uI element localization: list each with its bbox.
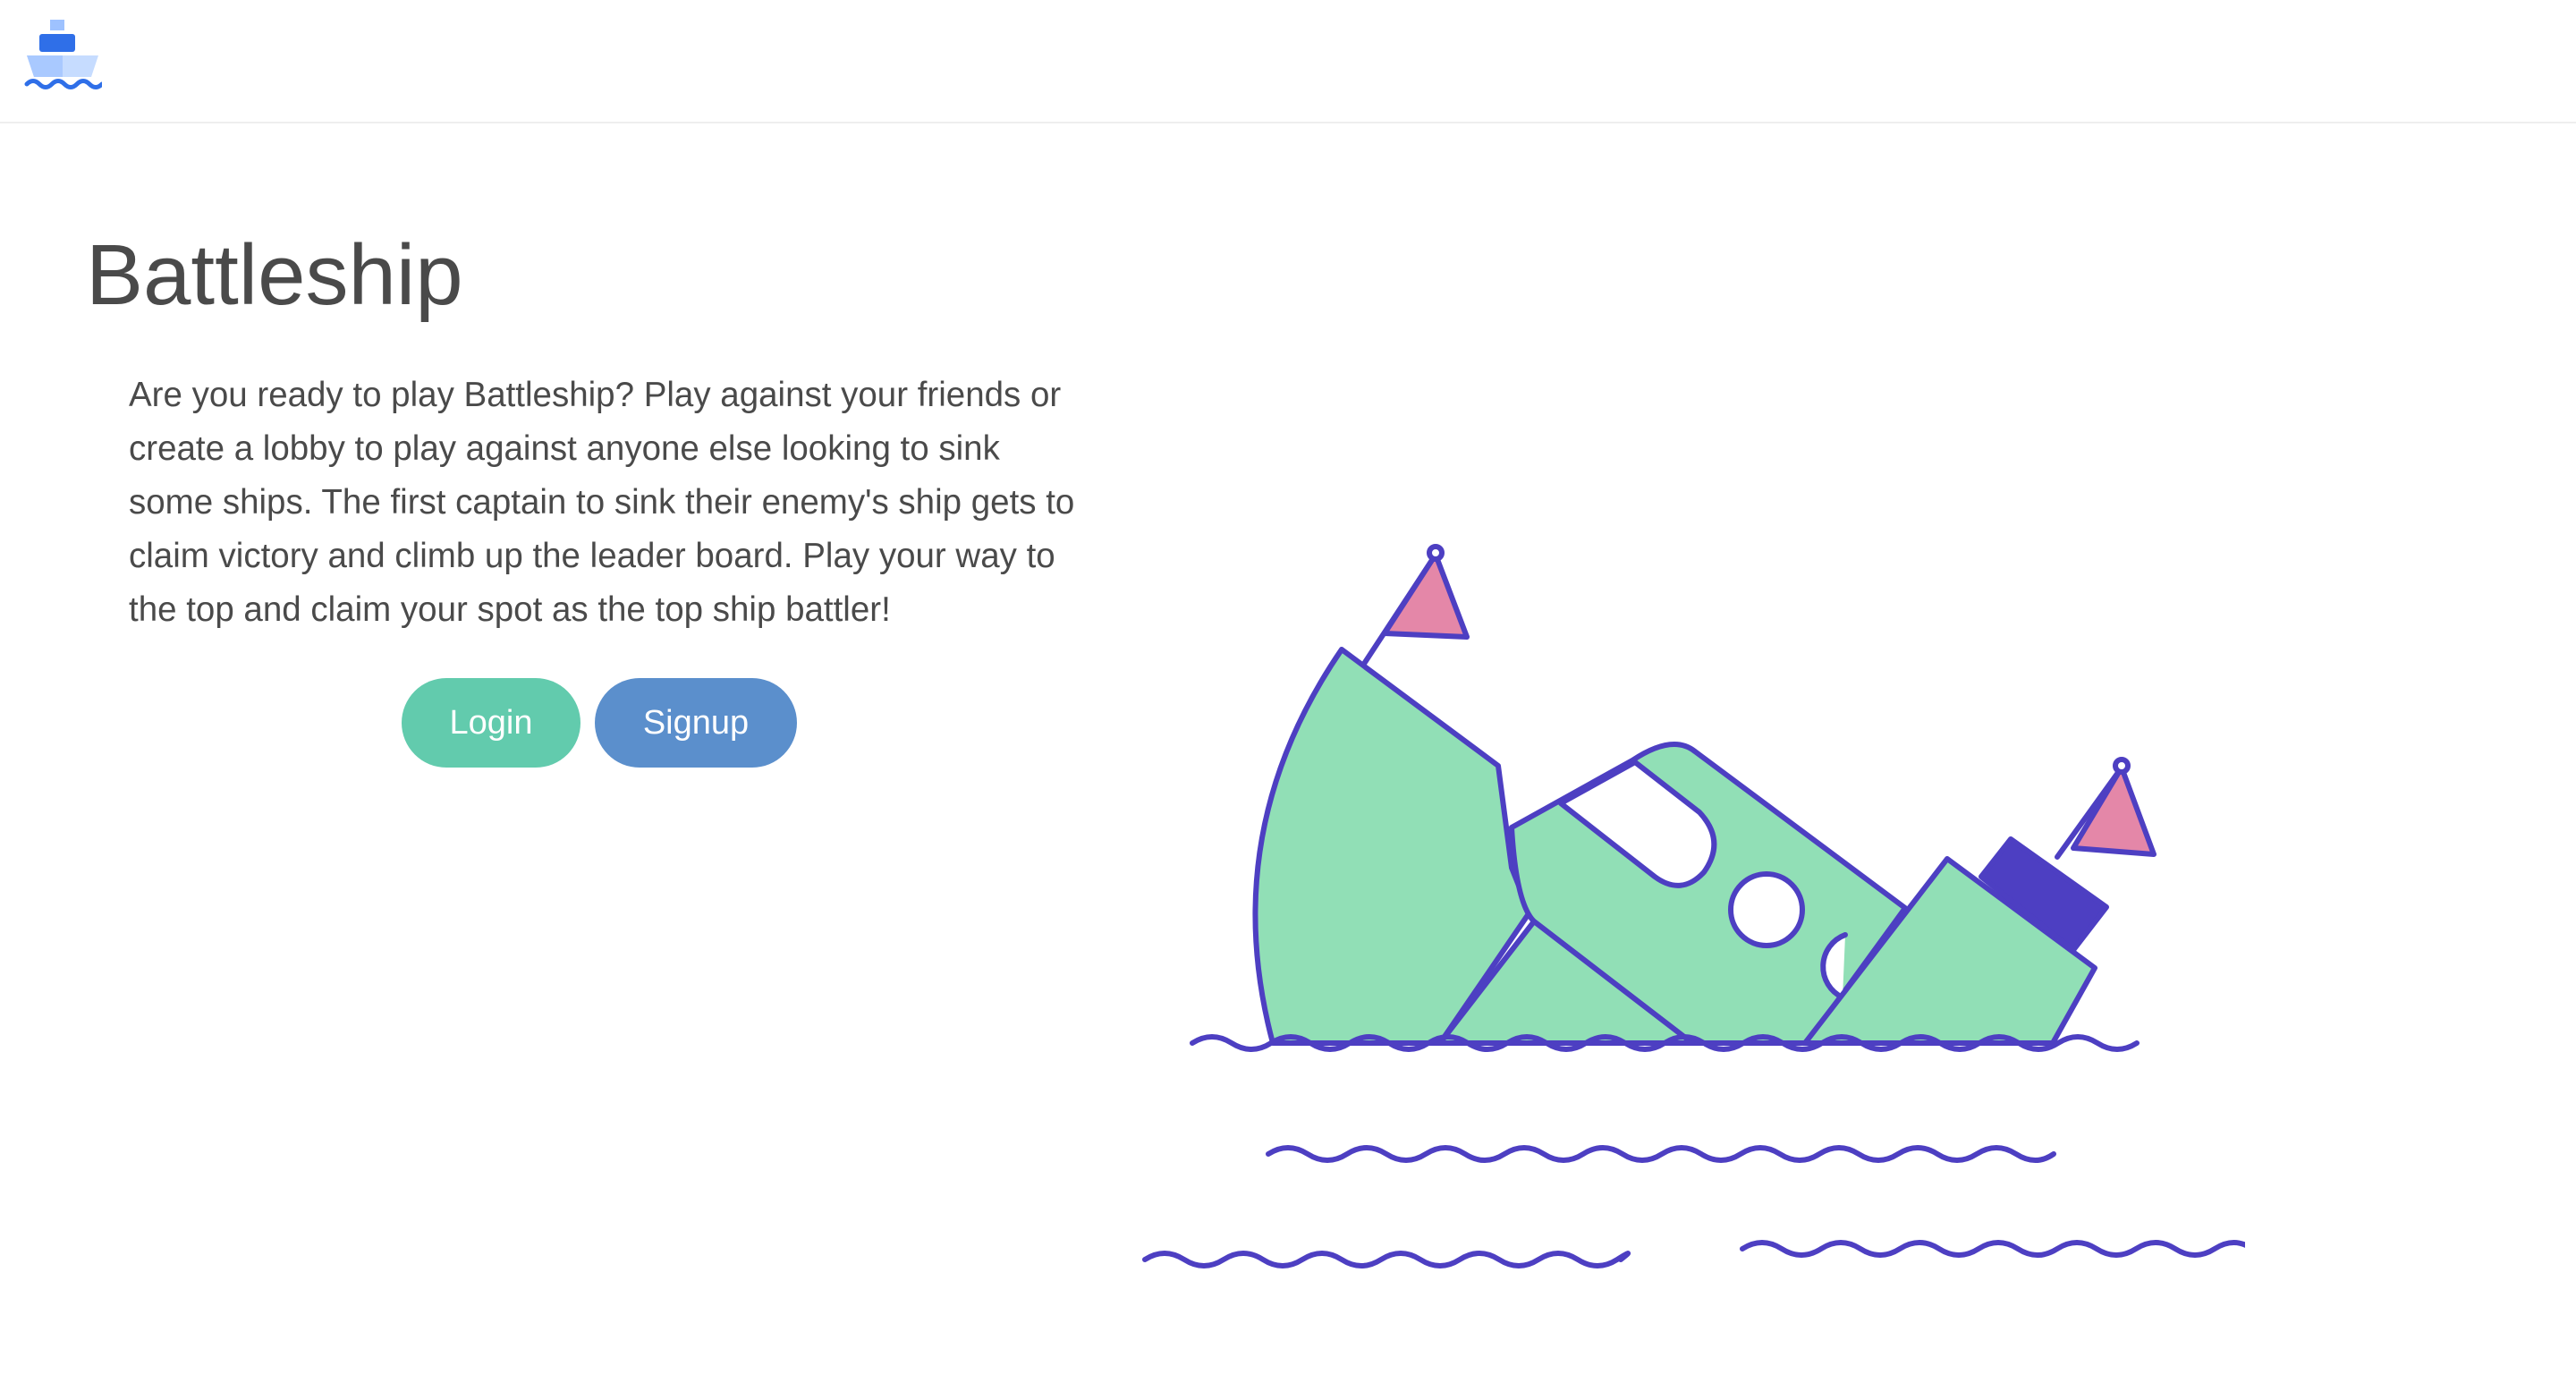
page-title: Battleship [86,227,463,323]
top-navbar [0,0,2576,123]
signup-button[interactable]: Signup [595,678,797,768]
intro-description: Are you ready to play Battleship? Play a… [129,376,1075,629]
login-button[interactable]: Login [402,678,580,768]
sinking-ship-illustration [1142,544,2245,1268]
ship-logo-icon[interactable] [23,18,102,91]
